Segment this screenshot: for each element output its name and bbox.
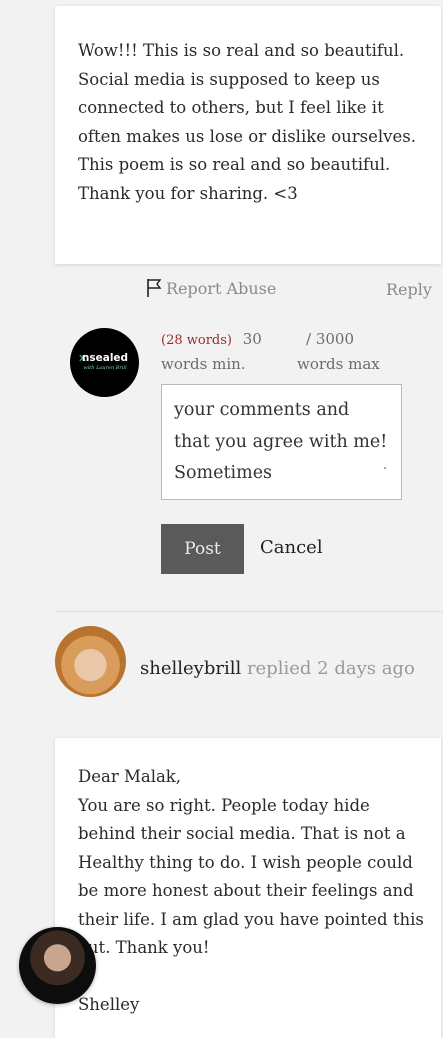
post-button[interactable]: Post xyxy=(161,524,244,574)
overflow-mark: . xyxy=(382,457,387,473)
max-words-label: words max xyxy=(297,355,380,373)
cancel-button[interactable]: Cancel xyxy=(260,537,323,558)
logo-subtext: with Lauren Brill xyxy=(83,365,127,371)
reply-header: shelleybrill replied 2 days ago xyxy=(140,645,440,692)
comment-textarea-text: your comments and that you agree with me… xyxy=(174,400,388,483)
reply-card: Dear Malak, You are so right. People tod… xyxy=(55,738,441,1038)
divider xyxy=(55,611,443,612)
flag-icon xyxy=(147,279,162,297)
user-avatar[interactable] xyxy=(55,626,126,697)
floating-profile-avatar[interactable] xyxy=(19,927,96,1004)
reply-username[interactable]: shelleybrill xyxy=(140,658,241,679)
logo-text: nsealed xyxy=(81,352,129,364)
site-logo-avatar: ✕ nsealed with Lauren Brill xyxy=(70,328,139,397)
word-count: (28 words) xyxy=(161,333,232,348)
comment-textarea[interactable]: your comments and that you agree with me… xyxy=(161,384,402,500)
reply-text: Dear Malak, You are so right. People tod… xyxy=(78,767,424,1014)
max-words-value: / 3000 xyxy=(306,330,354,348)
reply-timestamp: replied 2 days ago xyxy=(246,658,415,679)
min-words-label: words min. xyxy=(161,355,246,373)
report-abuse-label: Report Abuse xyxy=(166,278,277,298)
min-words-value: 30 xyxy=(242,330,262,348)
reply-link[interactable]: Reply xyxy=(386,280,432,299)
comment-card: Wow!!! This is so real and so beautiful.… xyxy=(55,6,441,264)
comment-text: Wow!!! This is so real and so beautiful.… xyxy=(78,41,416,203)
report-abuse-link[interactable]: Report Abuse xyxy=(146,278,276,298)
